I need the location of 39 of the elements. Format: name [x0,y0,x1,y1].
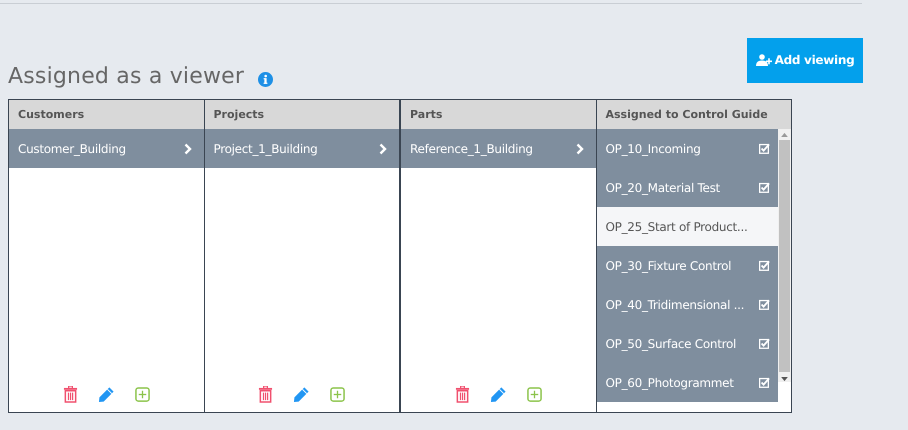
pencil-icon[interactable] [293,386,310,402]
list-item[interactable]: OP_10_Incoming [596,129,778,168]
pencil-icon[interactable] [98,386,115,402]
chevron-right-icon [184,142,192,154]
add-square-icon[interactable] [134,386,150,402]
list-item[interactable]: Project_1_Building [204,129,399,168]
section-title: Assigned as a viewer [8,64,244,88]
checkbox-checked-icon [759,260,770,271]
checkbox-checked-icon [759,338,770,349]
trash-icon[interactable] [62,386,78,402]
list-item[interactable]: OP_40_Tridimensional ... [596,285,778,324]
info-icon[interactable] [258,72,274,86]
chevron-right-icon [379,142,387,154]
add-user-icon [756,54,772,66]
list-item[interactable]: OP_50_Surface Control [596,324,778,363]
chevron-right-icon [576,142,584,154]
checkbox-checked-icon [759,299,770,310]
trash-icon[interactable] [258,386,274,402]
list-item[interactable]: OP_20_Material Test [596,168,778,207]
add-viewing-button[interactable]: Add viewing [747,38,863,82]
scroll-up-icon[interactable] [781,132,788,137]
trash-icon[interactable] [454,386,470,402]
list-item[interactable]: OP_25_Start of Product... [596,207,778,246]
scrollbar[interactable] [778,129,791,382]
checkbox-checked-icon [759,143,770,154]
add-square-icon[interactable] [526,386,542,402]
column-header: Projects [204,100,399,129]
scroll-down-icon[interactable] [781,377,788,382]
column-header: Parts [401,100,596,129]
add-square-icon[interactable] [330,386,346,402]
column-header: Customers [9,100,204,129]
checkbox-checked-icon [759,377,770,388]
list-item[interactable]: Reference_1_Building [401,129,596,168]
list-item[interactable]: OP_60_Photogrammet [596,363,778,402]
checkbox-checked-icon [759,182,770,193]
list-item[interactable]: Customer_Building [9,129,204,168]
list-item[interactable]: OP_30_Fixture Control [596,246,778,285]
pencil-icon[interactable] [490,386,507,402]
column-header: Assigned to Control Guide [596,100,791,129]
